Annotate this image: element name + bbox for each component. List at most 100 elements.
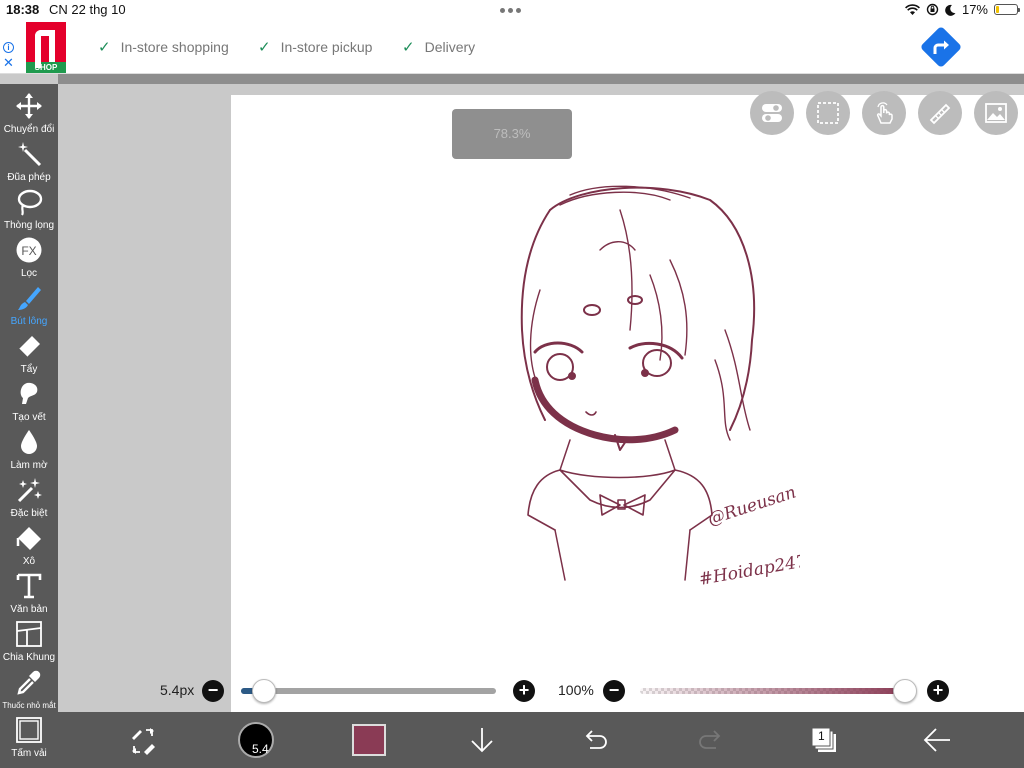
tool-label: Đặc biệt	[10, 508, 48, 519]
ad-feature-delivery: ✓ Delivery	[402, 38, 475, 56]
brush-size-increase-button[interactable]: +	[513, 680, 535, 702]
tool-special[interactable]: Đặc biệt	[0, 476, 58, 524]
workspace-top-strip	[58, 74, 1024, 84]
tool-label: Tấm vải	[11, 748, 47, 759]
brush-icon	[18, 287, 41, 310]
ad-banner[interactable]: i ✕ SHOP ✓ In-store shopping ✓ In-store …	[0, 20, 1024, 74]
status-right: 17%	[905, 2, 1020, 17]
tool-eyedropper[interactable]: Thuốc nhỏ mắt	[0, 668, 58, 716]
move-arrows-icon	[16, 93, 42, 119]
opacity-slider-thumb[interactable]	[893, 679, 917, 703]
ad-info-icon[interactable]: i	[3, 42, 14, 53]
battery-percent: 17%	[961, 2, 988, 17]
brush-preview-size: 5.4	[252, 742, 269, 756]
layers-icon	[811, 727, 836, 752]
touch-gesture-button[interactable]	[862, 91, 906, 135]
lasso-icon	[17, 189, 43, 216]
tool-label: Thòng lọng	[3, 220, 55, 231]
moon-icon	[945, 4, 956, 16]
layer-count: 1	[818, 729, 825, 743]
tool-frame-divider[interactable]: Chia Khung	[0, 620, 58, 668]
brush-size-slider[interactable]	[241, 688, 496, 694]
tool-canvas[interactable]: Tấm vải	[0, 716, 58, 764]
battery-icon	[994, 4, 1020, 15]
tool-smudge[interactable]: Tạo vết	[0, 380, 58, 428]
brush-size-label: 5.4px	[160, 682, 195, 698]
tool-label: Đũa phép	[7, 172, 51, 183]
orientation-lock-icon	[926, 3, 939, 16]
ad-feature-shopping: ✓ In-store shopping	[98, 38, 229, 56]
check-icon: ✓	[402, 39, 415, 56]
hashtag-text: #Hoidap247	[697, 551, 800, 590]
status-time: 18:38	[6, 2, 40, 17]
redo-icon[interactable]	[696, 726, 724, 754]
status-bar: 18:38 CN 22 thg 10 17%	[0, 0, 1024, 20]
bottom-toolbar: 5.4 1	[58, 712, 1024, 768]
bucket-icon	[16, 527, 41, 550]
tool-eraser[interactable]: Tẩy	[0, 332, 58, 380]
zoom-indicator: 78.3%	[452, 109, 572, 159]
tool-blur[interactable]: Làm mờ	[0, 428, 58, 476]
tool-label: Xô	[22, 556, 36, 567]
image-icon	[985, 103, 1007, 123]
eraser-icon	[18, 336, 40, 358]
toggle-settings-button[interactable]	[750, 91, 794, 135]
tool-label: Tẩy	[20, 364, 38, 375]
color-swatch[interactable]	[352, 724, 386, 756]
svg-text:FX: FX	[21, 244, 36, 258]
tool-label: Tạo vết	[12, 412, 46, 423]
selection-button[interactable]	[806, 91, 850, 135]
ad-feature-label: In-store pickup	[280, 39, 373, 55]
swap-brush-eraser-icon[interactable]	[128, 726, 158, 756]
tool-label: Thuốc nhỏ mắt	[2, 701, 56, 710]
hand-touch-icon	[877, 102, 893, 124]
dashed-selection-icon	[817, 102, 839, 124]
smudge-icon	[20, 382, 38, 404]
tool-fill[interactable]: Xô	[0, 524, 58, 572]
directions-icon[interactable]	[918, 24, 964, 70]
tool-transform[interactable]: Chuyển đổi	[0, 92, 58, 140]
toggle-switches-icon	[762, 104, 782, 122]
magic-wand-icon	[18, 142, 42, 167]
battery-fill	[996, 6, 1000, 13]
ad-logo[interactable]: SHOP	[26, 22, 66, 73]
sketch-drawing: @Rueusan #Hoidap247	[520, 185, 800, 590]
canvas-icon	[16, 717, 42, 743]
opacity-decrease-button[interactable]: −	[603, 680, 625, 702]
eyedropper-icon	[17, 670, 41, 695]
tool-magic-wand[interactable]: Đũa phép	[0, 140, 58, 188]
image-import-button[interactable]	[974, 91, 1018, 135]
tool-filter[interactable]: FX Lọc	[0, 236, 58, 284]
ad-feature-label: In-store shopping	[120, 39, 229, 55]
undo-icon[interactable]	[582, 726, 610, 754]
ruler-button[interactable]	[918, 91, 962, 135]
layers-button[interactable]: 1	[810, 727, 840, 755]
ad-logo-mark	[26, 22, 66, 68]
download-arrow-icon[interactable]	[468, 726, 496, 754]
tool-sidebar: Chuyển đổi Đũa phép Thòng lọng FX Lọc Bú…	[0, 84, 58, 768]
tool-text[interactable]: Văn bản	[0, 572, 58, 620]
ad-close-icon[interactable]: ✕	[3, 56, 14, 70]
back-arrow-icon[interactable]	[922, 726, 952, 754]
brush-preview[interactable]: 5.4	[238, 722, 274, 758]
opacity-slider[interactable]	[640, 688, 905, 694]
signature-text: @Rueusan	[705, 482, 798, 529]
ad-feature-pickup: ✓ In-store pickup	[258, 38, 372, 56]
tool-label: Chuyển đổi	[3, 124, 55, 135]
ruler-pen-icon	[929, 103, 951, 125]
opacity-increase-button[interactable]: +	[927, 680, 949, 702]
check-icon: ✓	[98, 39, 111, 56]
status-date: CN 22 thg 10	[49, 2, 126, 17]
frame-divider-icon	[16, 621, 42, 647]
sparkle-wand-icon	[17, 478, 42, 503]
brush-size-slider-thumb[interactable]	[251, 679, 276, 703]
opacity-label: 100%	[558, 682, 594, 698]
tool-brush[interactable]: Bút lông	[0, 284, 58, 332]
tool-label: Chia Khung	[2, 652, 56, 663]
tool-lasso[interactable]: Thòng lọng	[0, 188, 58, 236]
brush-size-decrease-button[interactable]: −	[202, 680, 224, 702]
multitasking-dots[interactable]	[500, 8, 521, 13]
tool-label: Làm mờ	[10, 460, 48, 471]
wifi-icon	[905, 3, 920, 15]
droplet-icon	[21, 430, 37, 454]
